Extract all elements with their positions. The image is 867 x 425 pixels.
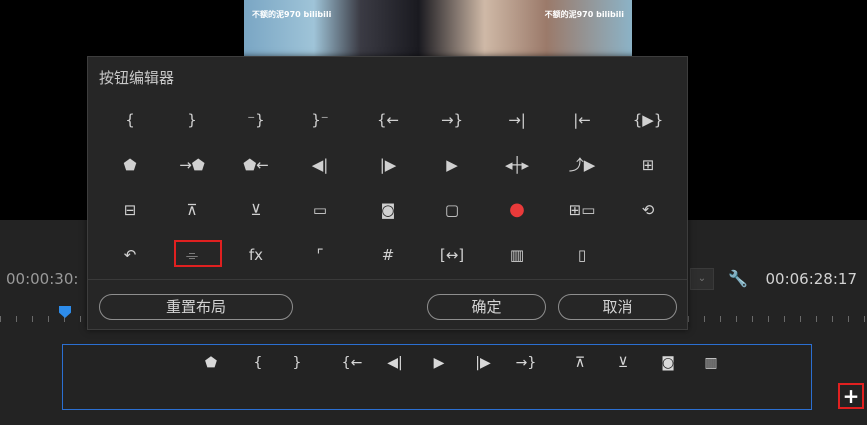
playhead-timecode[interactable]: 00:00:30: [6, 270, 78, 288]
fx-icon[interactable]: fx [236, 242, 276, 268]
button-editor-dialog: 按钮编辑器 {} ⁻} }⁻ {← →} →| |← {▶} ⬟ →⬟ ⬟← ◀| |▶ ▶ ◂┼▸ ⤴▶ ⊞ ⊟… [87, 56, 688, 330]
go-to-next-edit-icon[interactable]: →| [497, 107, 537, 133]
filmstrip-icon[interactable]: ▥ [497, 242, 537, 268]
extract-icon[interactable]: ⊻ [236, 197, 276, 223]
safe-margins-icon[interactable]: ▭ [300, 197, 340, 223]
go-to-in-variant-icon[interactable]: }⁻ [300, 107, 340, 133]
step-forward-icon[interactable]: |▶ [368, 152, 408, 178]
watermark-left: 不额的泥970 bilibili [252, 10, 332, 19]
video-frame: 不额的泥970 bilibili 不额的泥970 bilibili [244, 0, 632, 60]
mark-in-icon[interactable]: { [246, 353, 270, 373]
go-to-in-icon[interactable]: {← [340, 353, 364, 373]
go-to-prev-marker-icon[interactable]: ⬟← [236, 152, 276, 178]
export-frame-camera-icon[interactable]: ◙ [656, 353, 680, 373]
mark-out-icon[interactable]: } [285, 353, 309, 373]
record-icon[interactable]: ● [497, 197, 537, 223]
show-guides-icon[interactable]: # [368, 242, 408, 268]
play-stop-icon[interactable]: ▶ [432, 152, 472, 178]
wrench-icon[interactable]: 🔧 [728, 269, 748, 288]
mark-clip-icon[interactable]: ⁻} [236, 107, 276, 133]
loop-icon[interactable]: ↶ [110, 242, 150, 268]
spacer-icon[interactable]: ▯ [562, 242, 602, 268]
extract-icon[interactable]: ⊻ [611, 353, 635, 373]
duration-timecode: 00:06:28:17 [765, 270, 857, 288]
export-frame-camera-icon[interactable]: ◙ [368, 197, 408, 223]
mark-in-icon[interactable]: { [110, 107, 150, 133]
lift-icon[interactable]: ⊼ [568, 353, 592, 373]
overwrite-icon[interactable]: ⊟ [110, 197, 150, 223]
filmstrip-icon[interactable]: ▥ [699, 353, 723, 373]
go-to-out-icon[interactable]: →} [514, 353, 538, 373]
play-around-icon[interactable]: ⤴▶ [562, 152, 602, 178]
step-forward-icon[interactable]: |▶ [471, 353, 495, 373]
ok-button[interactable]: 确定 [427, 294, 546, 320]
step-back-icon[interactable]: ◀| [383, 353, 407, 373]
reset-layout-button[interactable]: 重置布局 [99, 294, 293, 320]
button-editor-add-button[interactable]: + [838, 383, 864, 409]
insert-icon[interactable]: ⊞ [628, 152, 668, 178]
dialog-title: 按钮编辑器 [99, 69, 175, 87]
play-stop-icon[interactable]: ▶ [427, 353, 451, 373]
shuttle-icon[interactable]: ◂┼▸ [497, 152, 537, 178]
play-in-to-out-icon[interactable]: {▶} [628, 107, 668, 133]
watermark-right: 不额的泥970 bilibili [544, 10, 624, 19]
comment-icon[interactable]: ▢ [432, 197, 472, 223]
fit-dropdown[interactable]: ⌄ [690, 268, 714, 290]
toggle-proxies-icon[interactable]: ⟲ [628, 197, 668, 223]
mark-out-icon[interactable]: } [172, 107, 212, 133]
step-back-icon[interactable]: ◀| [300, 152, 340, 178]
add-marker-icon[interactable]: ⬟ [199, 353, 223, 373]
add-marker-icon[interactable]: ⬟ [110, 152, 150, 178]
go-to-in-icon[interactable]: {← [368, 107, 408, 133]
button-bar: ⬟ {} {← ◀| ▶ |▶ →} ⊼ ⊻ ◙ ▥ [62, 344, 812, 410]
highlight-box [174, 240, 222, 267]
show-rulers-icon[interactable]: ⌜ [300, 242, 340, 268]
multi-camera-icon[interactable]: ⊞▭ [562, 197, 602, 223]
go-to-prev-edit-icon[interactable]: |← [562, 107, 602, 133]
go-to-out-icon[interactable]: →} [432, 107, 472, 133]
cancel-button[interactable]: 取消 [558, 294, 677, 320]
go-to-next-marker-icon[interactable]: →⬟ [172, 152, 212, 178]
dialog-divider [88, 279, 687, 280]
snap-icon[interactable]: [↔] [432, 242, 472, 268]
lift-icon[interactable]: ⊼ [172, 197, 212, 223]
